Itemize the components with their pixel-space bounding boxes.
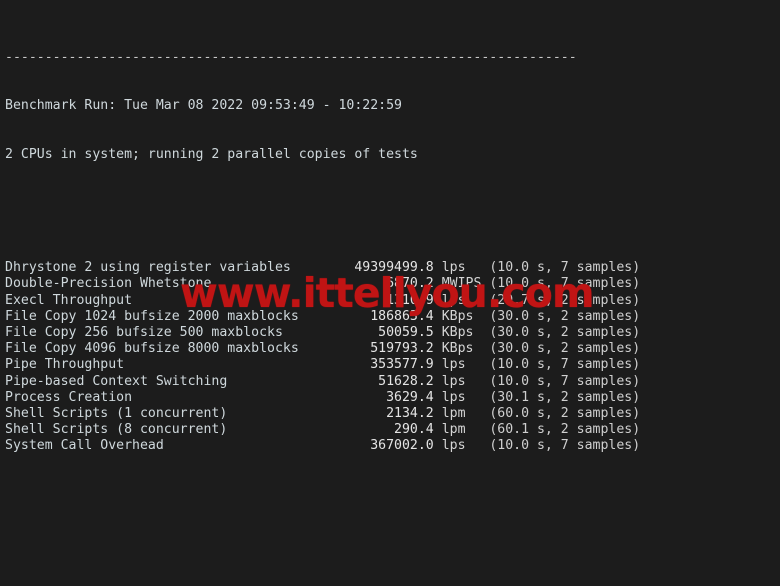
benchmark-name: Double-Precision Whetstone — [5, 276, 307, 292]
benchmark-unit: lps — [433, 438, 490, 454]
benchmark-unit: lps — [433, 373, 490, 389]
benchmark-result-row: File Copy 4096 bufsize 8000 maxblocks 51… — [5, 341, 640, 357]
benchmark-result-row: Shell Scripts (8 concurrent) 290.4 lpm (… — [5, 422, 640, 438]
benchmark-value: 1310.9 — [306, 292, 434, 308]
benchmark-run-line: Benchmark Run: Tue Mar 08 2022 09:53:49 … — [5, 98, 402, 114]
benchmark-name: System Call Overhead — [5, 438, 307, 454]
benchmark-value: 51628.2 — [306, 373, 434, 389]
cpu-info-line: 2 CPUs in system; running 2 parallel cop… — [5, 146, 418, 162]
benchmark-value: 353577.9 — [306, 357, 434, 373]
benchmark-samples: (10.0 s, 7 samples) — [489, 260, 641, 276]
benchmark-result-row: Pipe-based Context Switching 51628.2 lps… — [5, 374, 640, 390]
benchmark-name: File Copy 4096 bufsize 8000 maxblocks — [5, 341, 307, 357]
benchmark-name: Dhrystone 2 using register variables — [5, 260, 307, 276]
benchmark-name: Shell Scripts (8 concurrent) — [5, 422, 307, 438]
benchmark-value: 2134.2 — [306, 405, 434, 421]
terminal-screen: ----------------------------------------… — [5, 1, 640, 586]
benchmark-unit: MWIPS — [433, 276, 490, 292]
benchmark-samples: (10.0 s, 7 samples) — [489, 357, 641, 373]
terminal-window: ----------------------------------------… — [0, 0, 780, 586]
benchmark-samples: (10.0 s, 7 samples) — [489, 276, 641, 292]
benchmark-unit: KBps — [433, 308, 490, 324]
benchmark-samples: (30.1 s, 2 samples) — [489, 389, 641, 405]
benchmark-unit: KBps — [433, 324, 490, 340]
benchmark-samples: (60.0 s, 2 samples) — [489, 405, 641, 421]
benchmark-result-row: File Copy 256 bufsize 500 maxblocks 5005… — [5, 325, 640, 341]
benchmark-unit: lps — [433, 389, 490, 405]
benchmark-result-row: File Copy 1024 bufsize 2000 maxblocks 18… — [5, 309, 640, 325]
benchmark-result-row: Dhrystone 2 using register variables 493… — [5, 260, 640, 276]
benchmark-samples: (29.7 s, 2 samples) — [489, 292, 641, 308]
benchmark-value: 186863.4 — [306, 308, 434, 324]
benchmark-value: 3629.4 — [306, 389, 434, 405]
benchmark-result-row: Double-Precision Whetstone 6870.2 MWIPS … — [5, 276, 640, 292]
benchmark-name: File Copy 1024 bufsize 2000 maxblocks — [5, 308, 307, 324]
benchmark-value: 49399499.8 — [306, 260, 434, 276]
benchmark-samples: (10.0 s, 7 samples) — [489, 373, 641, 389]
benchmark-unit: lpm — [433, 405, 490, 421]
benchmark-samples: (30.0 s, 2 samples) — [489, 324, 641, 340]
benchmark-name: Pipe-based Context Switching — [5, 373, 307, 389]
benchmark-value: 519793.2 — [306, 341, 434, 357]
benchmark-name: Process Creation — [5, 389, 307, 405]
benchmark-unit: lps — [433, 292, 490, 308]
benchmark-value: 6870.2 — [306, 276, 434, 292]
benchmark-samples: (10.0 s, 7 samples) — [489, 438, 641, 454]
benchmark-samples: (60.1 s, 2 samples) — [489, 422, 641, 438]
benchmark-result-row: Shell Scripts (1 concurrent) 2134.2 lpm … — [5, 406, 640, 422]
benchmark-name: Execl Throughput — [5, 292, 307, 308]
benchmark-name: File Copy 256 bufsize 500 maxblocks — [5, 324, 307, 340]
benchmark-result-row: Process Creation 3629.4 lps (30.1 s, 2 s… — [5, 390, 640, 406]
benchmark-name: Shell Scripts (1 concurrent) — [5, 405, 307, 421]
benchmark-result-row: System Call Overhead 367002.0 lps (10.0 … — [5, 438, 640, 454]
benchmark-samples: (30.0 s, 2 samples) — [489, 341, 641, 357]
benchmark-value: 290.4 — [306, 422, 434, 438]
benchmark-value: 367002.0 — [306, 438, 434, 454]
benchmark-unit: lps — [433, 260, 490, 276]
benchmark-unit: lps — [433, 357, 490, 373]
top-rule: ----------------------------------------… — [5, 49, 577, 65]
benchmark-results-list: Dhrystone 2 using register variables 493… — [5, 260, 640, 454]
benchmark-samples: (30.0 s, 2 samples) — [489, 308, 641, 324]
benchmark-name: Pipe Throughput — [5, 357, 307, 373]
benchmark-result-row: Execl Throughput 1310.9 lps (29.7 s, 2 s… — [5, 293, 640, 309]
benchmark-result-row: Pipe Throughput 353577.9 lps (10.0 s, 7 … — [5, 357, 640, 373]
benchmark-unit: lpm — [433, 422, 490, 438]
benchmark-value: 50059.5 — [306, 324, 434, 340]
benchmark-unit: KBps — [433, 341, 490, 357]
